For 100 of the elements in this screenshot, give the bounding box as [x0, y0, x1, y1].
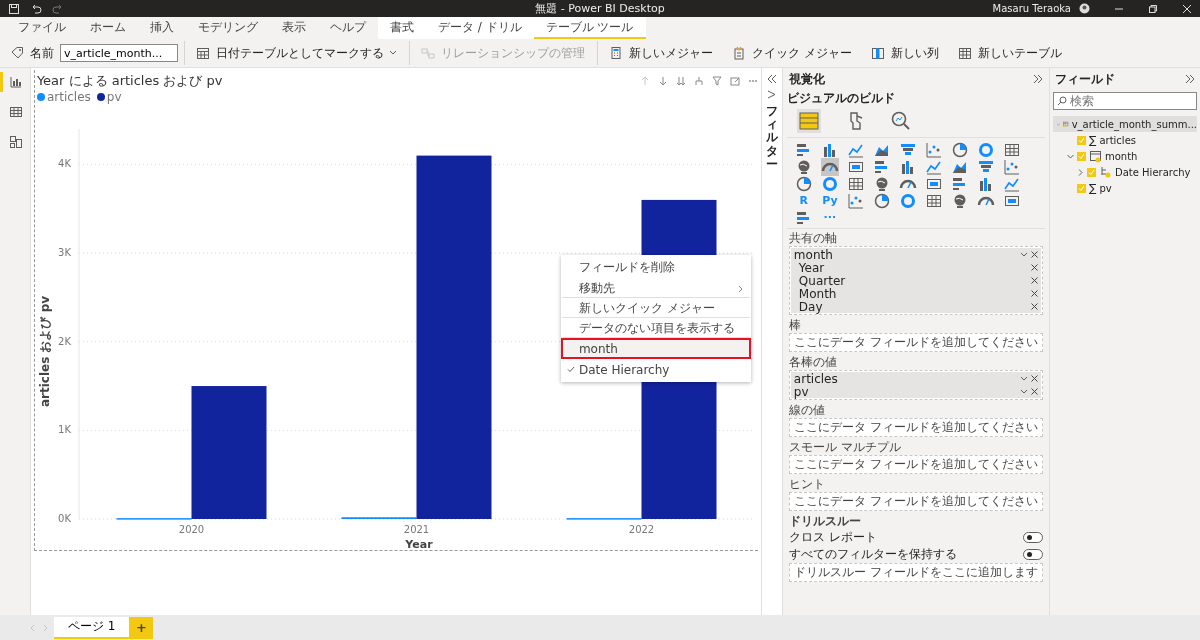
axis-tick-label: 0K: [58, 513, 71, 524]
column-icon: [869, 45, 886, 61]
donut-chart-icon[interactable]: [898, 191, 917, 210]
scatter-chart-icon[interactable]: [846, 191, 865, 210]
search-icon: [1057, 96, 1067, 106]
double-arrow-down-icon[interactable]: [675, 76, 686, 86]
pane-subtitle: ビジュアルのビルド: [786, 90, 896, 107]
menu-item[interactable]: 新しいクイック メジャー: [560, 298, 751, 318]
ribbon-tab[interactable]: モデリング: [186, 17, 270, 39]
restore-icon[interactable]: [1148, 3, 1158, 14]
ribbon-tab[interactable]: データ / ドリル: [426, 17, 534, 39]
redo-icon[interactable]: [52, 2, 64, 15]
toggle-switch[interactable]: [1023, 532, 1043, 543]
double-chevron-right-icon[interactable]: [1185, 74, 1195, 84]
gauge-icon[interactable]: [820, 157, 839, 176]
scatter-chart-icon[interactable]: [1002, 157, 1021, 176]
sum-symbol: ∑: [1089, 181, 1097, 195]
donut-chart-icon[interactable]: [976, 140, 995, 159]
menu-item[interactable]: Date Hierarchy: [560, 359, 751, 380]
chart-title: Year による articles および pv: [36, 72, 223, 90]
model-icon[interactable]: [8, 134, 25, 150]
calendar-icon: [195, 45, 211, 61]
legend-label: pv: [106, 90, 122, 104]
pane-title: フィールド: [1055, 70, 1115, 88]
undo-icon[interactable]: [30, 2, 42, 15]
ribbon-tab[interactable]: ヘルプ: [318, 17, 378, 39]
ribbon-tab[interactable]: テーブル ツール: [533, 17, 646, 39]
close-icon[interactable]: [1031, 277, 1038, 284]
drop-zone[interactable]: ドリルスルー フィールドをここに追加します: [788, 563, 1043, 582]
ribbon-tab[interactable]: ホーム: [78, 17, 138, 39]
pie-chart-icon[interactable]: [950, 140, 969, 159]
menu-item[interactable]: 移動先: [560, 278, 751, 298]
field-pill[interactable]: pv: [790, 385, 1041, 398]
calculator-icon: [608, 45, 624, 61]
close-icon[interactable]: [1031, 375, 1038, 382]
drop-zone[interactable]: ここにデータ フィールドを追加してください: [788, 418, 1043, 437]
drop-zone[interactable]: ここにデータ フィールドを追加してください: [788, 333, 1043, 352]
donut-chart-icon[interactable]: [820, 174, 839, 193]
pane-title: 視覚化: [788, 70, 825, 88]
well-title: 各棒の値: [788, 354, 838, 370]
chevron-right-icon: [737, 284, 743, 293]
toolbar-button[interactable]: 新しいテーブル: [950, 41, 1068, 65]
double-chevron-left-icon[interactable]: [766, 74, 777, 84]
close-icon[interactable]: [1031, 251, 1038, 258]
menu-item[interactable]: フィールドを削除: [560, 257, 751, 278]
close-icon[interactable]: [1031, 388, 1038, 395]
chart-bar[interactable]: [191, 386, 267, 519]
chevron-down-icon[interactable]: [1020, 251, 1028, 258]
page-tab[interactable]: ページ 1: [54, 616, 130, 639]
save-icon[interactable]: [8, 2, 20, 15]
menu-item[interactable]: month: [560, 338, 751, 359]
toolbar-button[interactable]: 日付テーブルとしてマークする: [184, 41, 403, 65]
chart-bar[interactable]: [416, 155, 492, 519]
scatter-chart-icon[interactable]: [924, 140, 943, 159]
field-pill[interactable]: month: [790, 248, 1041, 261]
close-icon[interactable]: [1031, 264, 1038, 271]
search-field[interactable]: 検索: [1053, 92, 1197, 110]
add-page-button[interactable]: +: [129, 616, 154, 639]
field-pill[interactable]: articles: [790, 372, 1041, 385]
table-icon: [956, 45, 973, 61]
relationship-icon: [420, 45, 436, 61]
checkbox[interactable]: [1077, 183, 1086, 193]
axis-title: articles および pv: [37, 295, 52, 408]
arrow-down-icon[interactable]: [657, 76, 668, 86]
drop-zone[interactable]: ここにデータ フィールドを追加してください: [788, 492, 1043, 511]
toggle-switch[interactable]: [1023, 549, 1043, 560]
drop-zone[interactable]: ここにデータ フィールドを追加してください: [788, 455, 1043, 474]
pie-chart-icon[interactable]: [872, 191, 891, 210]
name-label: 名前: [30, 44, 54, 62]
well-title: 棒: [788, 317, 802, 333]
field-name: pv: [793, 384, 810, 399]
menu-item-label: 新しいクイック メジャー: [578, 300, 716, 317]
axis-tick-label: 2K: [58, 335, 71, 347]
ribbon-tab[interactable]: 書式: [378, 17, 426, 39]
table-icon[interactable]: [8, 104, 25, 120]
filters-pane-label[interactable]: フィルター: [765, 105, 778, 171]
double-chevron-right-icon[interactable]: [1033, 74, 1043, 84]
name-field[interactable]: v_article_month...: [60, 44, 178, 62]
checkbox[interactable]: [1077, 135, 1086, 145]
ribbon-tab[interactable]: 表示: [270, 17, 318, 39]
field-list-item[interactable]: pv: [1099, 182, 1112, 194]
close-icon[interactable]: [1031, 303, 1038, 310]
ribbon-tab[interactable]: 挿入: [138, 17, 186, 39]
checkbox[interactable]: [1077, 151, 1086, 161]
ribbon-tab[interactable]: ファイル: [6, 17, 78, 39]
tag-icon: [10, 46, 24, 60]
field-list-item[interactable]: Date Hierarchy: [1115, 166, 1191, 178]
checkbox[interactable]: [1087, 167, 1096, 177]
field-grid-tab[interactable]: [796, 109, 821, 133]
close-icon[interactable]: [1031, 290, 1038, 297]
toolbar-button[interactable]: クイック メジャー: [725, 41, 858, 65]
field-list-item[interactable]: month: [1105, 150, 1138, 162]
field-list-item[interactable]: articles: [1099, 134, 1136, 146]
toolbar-button[interactable]: 新しい列: [863, 41, 945, 65]
field-name: Day: [798, 299, 824, 314]
avatar-icon[interactable]: [1079, 3, 1090, 14]
pie-chart-icon[interactable]: [794, 174, 813, 193]
toolbar-button[interactable]: 新しいメジャー: [597, 41, 719, 65]
axis-tick-label: 4K: [58, 158, 71, 170]
focus-mode-icon[interactable]: [729, 76, 740, 86]
